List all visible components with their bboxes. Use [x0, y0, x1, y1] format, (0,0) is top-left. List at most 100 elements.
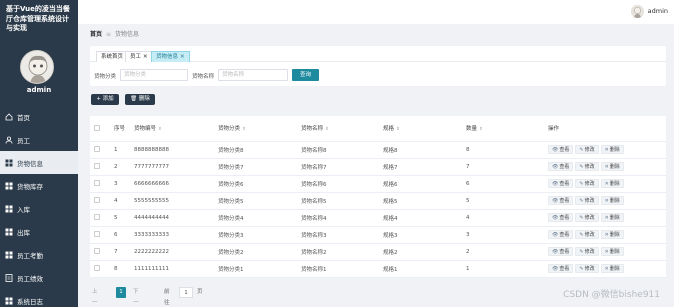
table-row: 3 6666666666 货物分类6 货物名称6 规格6 6 👁查看 ✎修改 ✕删除	[90, 175, 666, 193]
sidebar-item[interactable]: 员工	[0, 128, 78, 151]
table-row: 7 2222222222 货物分类2 货物名称2 规格2 2 👁查看 ✎修改 ✕删除	[90, 243, 666, 261]
edit-button[interactable]: ✎修改	[575, 247, 599, 256]
table-cell: 规格8	[379, 141, 462, 159]
select-all-checkbox[interactable]	[94, 125, 100, 131]
category-input[interactable]: 货物分类	[120, 69, 188, 81]
sort-icon[interactable]: ⬍	[396, 127, 400, 132]
tab-label: 系统首页	[101, 54, 124, 60]
table-cell: 货物名称4	[297, 209, 379, 227]
breadcrumb-current: 货物信息	[115, 31, 140, 38]
sidebar-item[interactable]: 入库	[0, 197, 78, 220]
page-number[interactable]: 1	[116, 287, 126, 298]
row-select-cell[interactable]	[90, 260, 110, 278]
row-checkbox[interactable]	[94, 214, 100, 221]
table-cell: 规格7	[379, 158, 462, 176]
row-checkbox[interactable]	[94, 197, 100, 204]
row-actions: 👁查看 ✎修改 ✕删除	[544, 192, 666, 210]
column-header[interactable]: 货物分类 ⬍	[214, 116, 297, 142]
view-button[interactable]: 👁查看	[548, 230, 574, 239]
row-select-cell[interactable]	[90, 141, 110, 159]
table-cell: 货物名称3	[297, 226, 379, 244]
row-select-cell[interactable]	[90, 226, 110, 244]
column-header-label: 规格	[383, 126, 395, 133]
edit-icon: ✎	[579, 232, 584, 238]
action-label: 删除	[609, 198, 620, 204]
table-cell: 1111111111	[130, 260, 214, 278]
sidebar-item[interactable]: 货物信息	[0, 151, 78, 174]
table-cell: 货物名称7	[297, 158, 379, 176]
sidebar-item[interactable]: 员工考勤	[0, 243, 78, 266]
edit-button[interactable]: ✎修改	[575, 196, 599, 205]
view-button[interactable]: 👁查看	[548, 179, 574, 188]
view-button[interactable]: 👁查看	[548, 264, 574, 273]
close-icon[interactable]: ✕	[143, 54, 148, 60]
delete-row-button[interactable]: ✕删除	[600, 179, 624, 188]
row-checkbox[interactable]	[94, 146, 100, 153]
edit-button[interactable]: ✎修改	[575, 145, 599, 154]
row-select-cell[interactable]	[90, 209, 110, 227]
table-row: 2 7777777777 货物分类7 货物名称7 规格7 7 👁查看 ✎修改 ✕删除	[90, 158, 666, 176]
delete-button[interactable]: 🗑 删除	[125, 94, 155, 105]
delete-row-button[interactable]: ✕删除	[600, 213, 624, 222]
header-username[interactable]: admin	[648, 7, 668, 15]
edit-button[interactable]: ✎修改	[575, 230, 599, 239]
sidebar-item[interactable]: 货物库存	[0, 174, 78, 197]
edit-button[interactable]: ✎修改	[575, 213, 599, 222]
name-input[interactable]: 货物名称	[218, 69, 288, 81]
sort-icon[interactable]: ⬍	[479, 127, 483, 132]
close-icon[interactable]: ✕	[180, 54, 185, 60]
view-button[interactable]: 👁查看	[548, 145, 574, 154]
edit-button[interactable]: ✎修改	[575, 179, 599, 188]
row-select-cell[interactable]	[90, 243, 110, 261]
row-checkbox[interactable]	[94, 231, 100, 238]
delete-row-button[interactable]: ✕删除	[600, 247, 624, 256]
view-button[interactable]: 👁查看	[548, 162, 574, 171]
view-button[interactable]: 👁查看	[548, 196, 574, 205]
column-header[interactable]: 货物名称 ⬍	[297, 116, 379, 142]
column-header[interactable]: 货物编号 ⬍	[130, 116, 214, 142]
sidebar-item[interactable]: 员工绩效	[0, 266, 78, 289]
breadcrumb-home[interactable]: 首页	[90, 31, 102, 38]
delete-row-button[interactable]: ✕删除	[600, 230, 624, 239]
delete-row-button[interactable]: ✕删除	[600, 162, 624, 171]
row-checkbox[interactable]	[94, 180, 100, 187]
sort-icon[interactable]: ⬍	[158, 127, 162, 132]
add-button[interactable]: + 添加	[91, 94, 119, 105]
tab-goods-info[interactable]: 货物信息 ✕	[151, 51, 190, 62]
delete-row-button[interactable]: ✕删除	[600, 196, 624, 205]
sort-icon[interactable]: ⬍	[325, 127, 329, 132]
edit-button[interactable]: ✎修改	[575, 264, 599, 273]
table-cell: 5555555555	[130, 192, 214, 210]
header-avatar[interactable]	[631, 5, 644, 18]
view-button[interactable]: 👁查看	[548, 247, 574, 256]
eye-icon: 👁	[552, 266, 559, 272]
row-select-cell[interactable]	[90, 175, 110, 193]
prev-page-button[interactable]: 上一页	[92, 287, 98, 306]
row-checkbox[interactable]	[94, 163, 100, 170]
row-select-cell[interactable]	[90, 158, 110, 176]
edit-icon: ✎	[579, 198, 584, 204]
next-page-button[interactable]: 下一页	[133, 287, 139, 306]
sidebar-item[interactable]: 出库	[0, 220, 78, 243]
column-header[interactable]: 规格 ⬍	[379, 116, 462, 142]
tab-employee[interactable]: 员工 ✕	[125, 51, 153, 62]
sort-icon[interactable]: ⬍	[242, 127, 246, 132]
column-header[interactable]: 数量 ⬍	[462, 116, 544, 142]
tab-home[interactable]: 系统首页	[96, 51, 129, 62]
sidebar-username: admin	[26, 86, 52, 94]
view-button[interactable]: 👁查看	[548, 213, 574, 222]
goto-page-input[interactable]: 1	[179, 287, 193, 298]
edit-button[interactable]: ✎修改	[575, 162, 599, 171]
row-checkbox[interactable]	[94, 248, 100, 255]
action-label: 修改	[584, 249, 595, 255]
delete-row-button[interactable]: ✕删除	[600, 145, 624, 154]
row-checkbox[interactable]	[94, 265, 100, 272]
select-all-cell[interactable]	[90, 116, 110, 142]
sidebar-item[interactable]: 首页	[0, 105, 78, 128]
row-actions: 👁查看 ✎修改 ✕删除	[544, 141, 666, 159]
delete-row-button[interactable]: ✕删除	[600, 264, 624, 273]
row-select-cell[interactable]	[90, 192, 110, 210]
column-header: 操作	[544, 116, 666, 142]
sidebar-item[interactable]: 系统日志	[0, 289, 78, 307]
query-button[interactable]: 查询	[292, 69, 319, 81]
